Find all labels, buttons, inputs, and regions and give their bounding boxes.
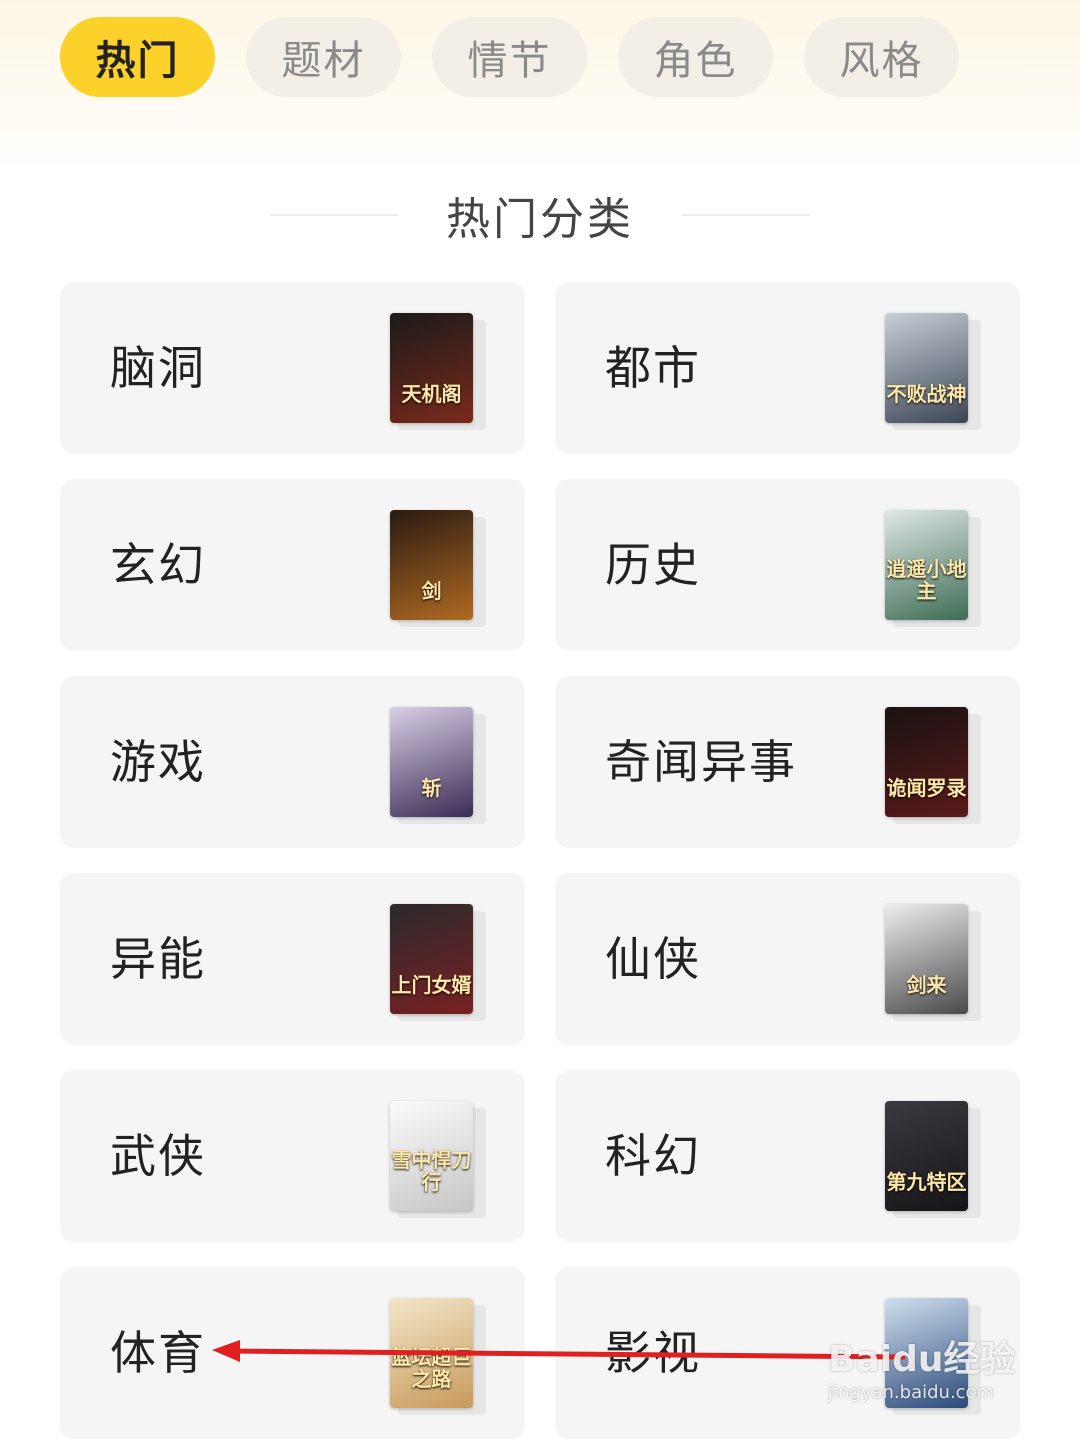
watermark-brand: Baidu经验 bbox=[828, 1339, 1016, 1380]
annotation-arrow bbox=[212, 1340, 906, 1362]
watermark-url: jingyan.baidu.com bbox=[828, 1382, 995, 1403]
arrow-head bbox=[212, 1340, 240, 1362]
arrow-shaft bbox=[227, 1348, 906, 1360]
baidu-watermark: Baidu经验 jingyan.baidu.com bbox=[828, 1330, 1015, 1403]
